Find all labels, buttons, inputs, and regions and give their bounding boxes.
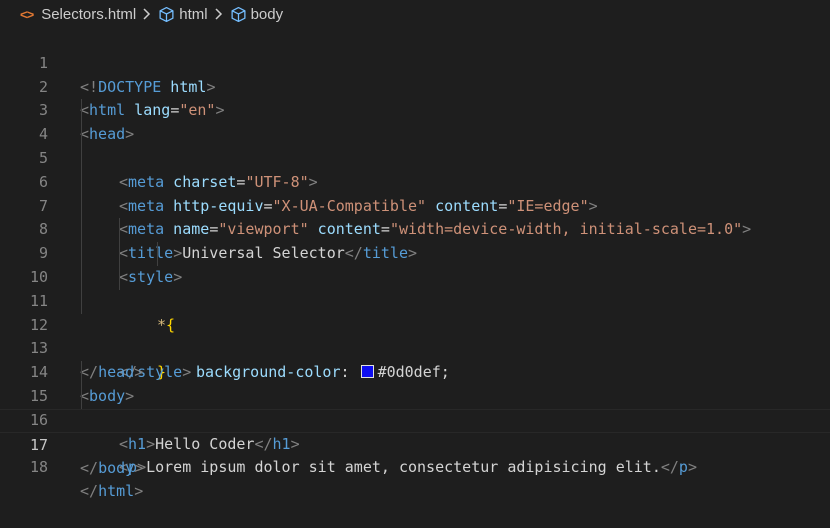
html-file-icon: <> xyxy=(20,6,34,22)
breadcrumb-item-body[interactable]: body xyxy=(251,6,284,23)
indent-guide xyxy=(81,361,82,385)
indent-guide xyxy=(81,99,82,124)
indent-guide xyxy=(81,170,82,195)
code-line[interactable]: 18 </html> xyxy=(0,433,830,500)
code-text: <p>Lorem ipsum dolor sit amet, consectet… xyxy=(119,458,697,477)
code-line[interactable]: 16 <p>Lorem ipsum dolor sit amet, consec… xyxy=(0,384,830,476)
indent-guide xyxy=(81,194,82,219)
code-line[interactable]: 8 <style> xyxy=(0,194,830,286)
indent-guide xyxy=(119,242,120,266)
breadcrumb: <> Selectors.html html body xyxy=(0,0,830,28)
code-line[interactable]: 1 <!DOCTYPE html> xyxy=(0,28,830,96)
code-line[interactable]: 15 <h1>Hello Coder</h1> xyxy=(0,361,830,453)
indent-guide xyxy=(119,265,120,290)
code-line[interactable]: 11 } xyxy=(0,265,830,381)
line-number: 18 xyxy=(29,458,48,477)
code-line[interactable]: 10 background-color: #0d0def; xyxy=(0,242,830,381)
code-line[interactable]: 2 <html lang="en"> xyxy=(0,52,830,120)
indent-guide xyxy=(119,218,120,243)
cube-icon xyxy=(230,6,247,23)
indent-guide xyxy=(81,218,82,243)
cube-icon xyxy=(158,6,175,23)
indent-guide xyxy=(81,384,82,409)
code-line[interactable]: 9 *{ xyxy=(0,218,830,334)
code-line[interactable]: 4 <meta charset="UTF-8"> xyxy=(0,99,830,191)
indent-guide xyxy=(81,123,82,147)
code-line[interactable]: 6 <meta name="viewport" content="width=d… xyxy=(0,146,830,238)
code-line[interactable]: 5 <meta http-equiv="X-UA-Compatible" con… xyxy=(0,123,830,215)
indent-guide xyxy=(81,265,82,290)
code-line[interactable]: 12 </style> xyxy=(0,289,830,381)
breadcrumb-item-html[interactable]: html xyxy=(179,6,207,23)
code-line[interactable]: 3 <head> xyxy=(0,76,830,143)
code-editor[interactable]: 1 <!DOCTYPE html> 2 <html lang="en"> 3 <… xyxy=(0,28,830,500)
indent-guide xyxy=(157,242,158,266)
indent-guide xyxy=(81,242,82,266)
code-line-current[interactable]: 17 </body> xyxy=(0,408,830,477)
chevron-right-icon xyxy=(214,8,224,20)
breadcrumb-file[interactable]: Selectors.html xyxy=(41,6,136,23)
chevron-right-icon xyxy=(142,8,152,20)
code-line[interactable]: 14 <body> xyxy=(0,337,830,405)
indent-guide xyxy=(81,289,82,314)
indent-guide xyxy=(81,146,82,171)
code-text: </body> xyxy=(80,459,144,478)
code-line[interactable]: 7 <title>Universal Selector</title> xyxy=(0,170,830,262)
code-text: </html> xyxy=(80,482,144,501)
code-line[interactable]: 13 </head> xyxy=(0,314,830,381)
